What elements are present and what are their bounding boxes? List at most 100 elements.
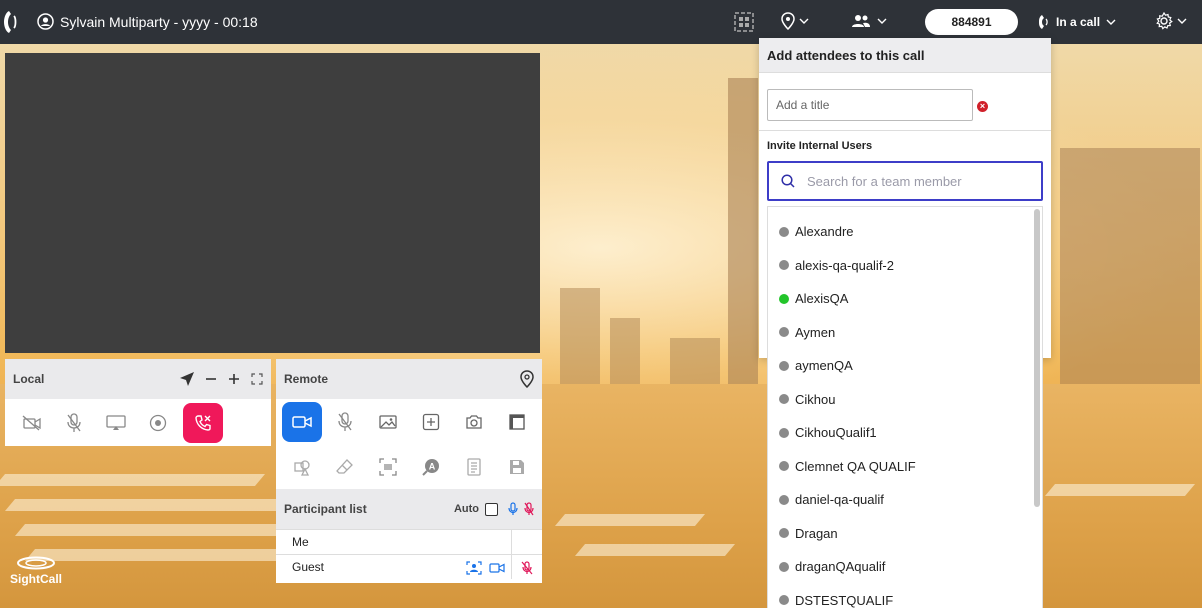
offline-status-icon [779,595,789,606]
user-name: Alexandre [795,224,854,240]
scrollbar[interactable] [1034,209,1040,507]
mic-off-icon [338,411,352,431]
local-toolbar [5,399,271,446]
location-arrow-icon[interactable] [179,371,195,387]
user-name: DSTESTQUALIF [795,592,894,608]
participant-row-guest[interactable]: Guest [276,554,542,579]
chevron-down-icon [799,18,809,24]
call-title-input[interactable] [767,89,973,121]
save-icon [510,459,524,474]
user-list-item[interactable]: AlexisQA [768,282,1042,316]
chevron-down-icon [1177,18,1187,24]
call-status-menu[interactable]: In a call [1038,14,1116,30]
record-button[interactable] [139,404,177,442]
user-list-item[interactable]: draganQAqualif [768,550,1042,584]
offline-status-icon [779,260,789,271]
user-list-item[interactable]: Dragan [768,517,1042,551]
zoom-out-icon[interactable] [205,373,217,385]
svg-text:A: A [429,461,436,471]
divider [759,130,1051,131]
participant-mic-off-icon[interactable] [521,561,533,575]
remote-toolbar-row-2: A [276,444,542,489]
user-list-item[interactable]: Aymen [768,316,1042,350]
save-button[interactable] [497,447,537,487]
settings-menu[interactable] [1155,12,1187,30]
record-icon [149,414,167,431]
mic-all-icon[interactable] [508,502,518,516]
add-button[interactable] [411,402,451,442]
crosswalk-stripe [0,474,266,486]
sightcall-logo-icon [17,556,55,570]
building [1060,148,1200,408]
user-list-item[interactable]: Clemnet QA QUALIF [768,450,1042,484]
camera-off-button[interactable] [13,404,51,442]
fullscreen-icon[interactable] [251,373,263,385]
hangup-button[interactable] [183,402,223,443]
building [728,78,758,408]
participant-list-header: Participant list Auto [276,489,542,529]
user-list-item[interactable]: aymenQA [768,349,1042,383]
participants-menu[interactable] [851,14,887,28]
user-name: Cikhou [795,391,836,407]
user-list-item[interactable]: daniel-qa-qualif [768,483,1042,517]
call-code-button[interactable]: 884891 [925,9,1018,35]
user-name: Aymen [795,324,836,340]
notes-button[interactable] [454,447,494,487]
shapes-button[interactable] [282,447,322,487]
scan-button[interactable] [368,447,408,487]
ocr-button[interactable]: A [411,447,451,487]
user-list-item[interactable]: DSTESTQUALIF [768,584,1042,608]
gallery-button[interactable] [368,402,408,442]
snapshot-button[interactable] [454,402,494,442]
search-input[interactable] [807,173,1027,189]
user-name: draganQAqualif [795,559,886,575]
user-list-item[interactable]: CikhouQualif1 [768,416,1042,450]
clear-title-icon[interactable]: × [977,101,988,112]
remote-toolbar-row-1 [276,399,542,444]
participant-list-label: Participant list [284,502,367,516]
user-list-item[interactable]: Alexandre [768,215,1042,249]
remote-label: Remote [284,372,329,386]
location-menu[interactable] [781,12,809,30]
participant-video-icon[interactable] [489,562,505,574]
measure-button[interactable] [497,402,537,442]
user-name: Dragan [795,525,838,541]
team-member-search[interactable] [767,161,1043,201]
ocr-icon: A [422,458,439,476]
crosswalk-stripe [554,514,706,526]
location-pin-icon[interactable] [520,370,534,388]
online-status-icon [779,293,789,304]
chevron-down-icon [1106,19,1116,25]
column-divider [511,555,512,579]
remote-video-button[interactable] [282,401,322,442]
offline-status-icon [779,327,789,338]
mic-off-button[interactable] [55,404,93,442]
local-panel: Local [5,359,271,446]
video-icon [292,415,312,428]
participant-row-me[interactable]: Me [276,529,542,554]
eraser-button[interactable] [325,447,365,487]
search-icon [781,174,795,188]
offline-status-icon [779,360,789,371]
participant-focus-icon[interactable] [466,561,482,575]
offline-status-icon [779,461,789,472]
eraser-icon [336,458,353,474]
divider [759,72,1051,73]
user-dropdown-list: Alexandre alexis-qa-qualif-2 AlexisQA Aymen… [767,206,1043,608]
mute-all-icon[interactable] [524,502,534,516]
crosswalk-stripe [1044,484,1196,496]
screen-share-button[interactable] [97,404,135,442]
remote-panel: Remote A Participant list Auto Me Guest [276,359,542,583]
offline-status-icon [779,494,789,505]
user-list-item[interactable]: alexis-qa-qualif-2 [768,249,1042,283]
user-list-item[interactable]: Cikhou [768,383,1042,417]
offline-status-icon [779,226,789,237]
offline-status-icon [779,394,789,405]
remote-mic-button[interactable] [325,402,365,442]
qr-code-icon[interactable] [733,11,755,33]
notes-icon [467,457,481,476]
zoom-in-icon[interactable] [228,373,240,385]
auto-checkbox[interactable] [485,502,498,516]
location-icon [781,12,795,30]
add-icon [422,413,440,430]
